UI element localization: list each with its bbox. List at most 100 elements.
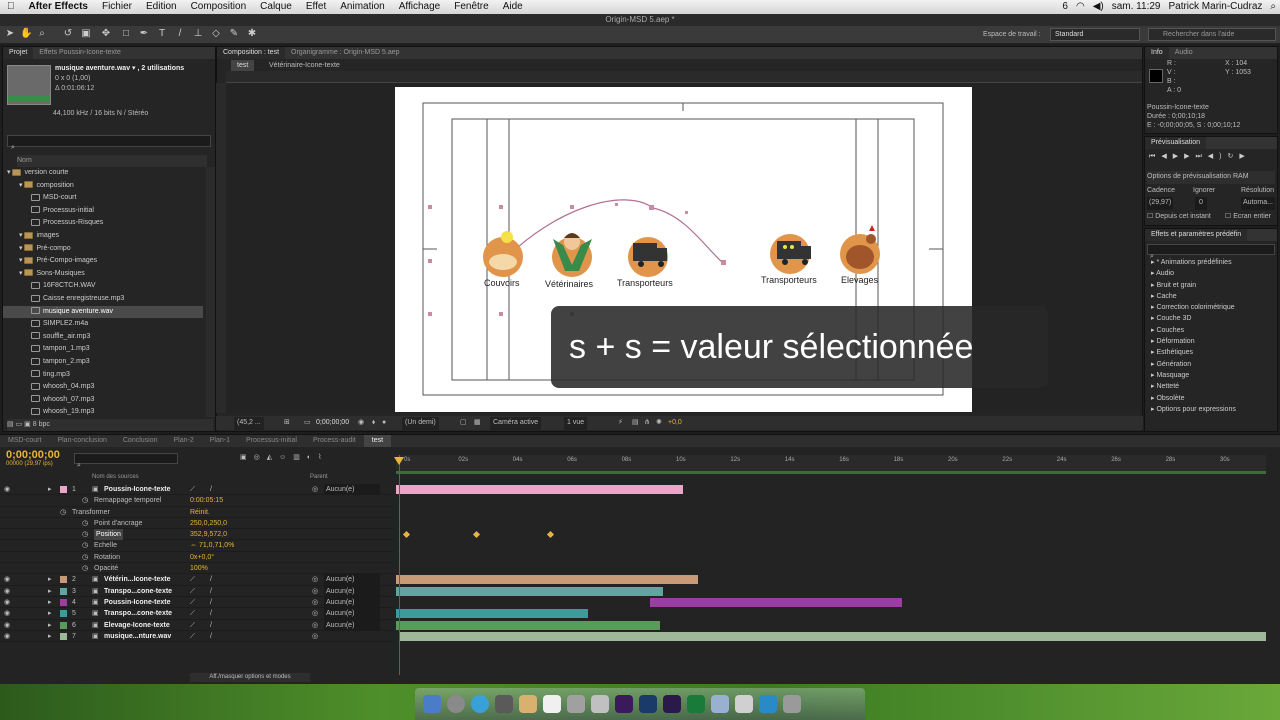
effects-category[interactable]: ▸ Audio	[1145, 268, 1271, 279]
contacts-icon[interactable]	[519, 695, 537, 713]
downloads-folder-icon[interactable]	[759, 695, 777, 713]
property-value[interactable]: Réinit.	[190, 507, 210, 518]
tab-info[interactable]: Info	[1145, 47, 1169, 59]
safari-icon[interactable]	[471, 695, 489, 713]
timeline-tab[interactable]: Plan-conclusion	[49, 435, 114, 447]
effects-category[interactable]: ▸ Netteté	[1145, 381, 1271, 392]
calendar-icon[interactable]	[543, 695, 561, 713]
app-menu[interactable]: After Effects	[22, 0, 95, 14]
project-item[interactable]: ▾ Pré-compo	[3, 243, 203, 256]
disclosure-triangle-icon[interactable]: ▸	[48, 574, 52, 585]
timeline-search-input[interactable]: ⌕	[74, 453, 178, 469]
menu-aide[interactable]: Aide	[496, 0, 530, 14]
property-value[interactable]: 250,0,250,0	[190, 518, 227, 529]
layer-row[interactable]: ◉ ▸ 6 ▣ Elevage-Icone-texte ⟋ / ◎ Aucun(e)	[0, 619, 394, 631]
disclosure-triangle-icon[interactable]: ▸	[48, 586, 52, 597]
label-color-swatch[interactable]	[60, 576, 67, 584]
motion-blur-icon[interactable]: ◐	[307, 454, 318, 461]
property-row[interactable]: ◷ Rotation 0x+0,0°	[0, 552, 394, 564]
comp-mini-flowchart-icon[interactable]: ▣	[240, 454, 254, 461]
effects-category[interactable]: ▸ Couche 3D	[1145, 313, 1271, 324]
first-frame-icon[interactable]: ⏮	[1149, 153, 1161, 160]
effects-category[interactable]: ▸ Esthétiques	[1145, 347, 1271, 358]
fps-select[interactable]: (29,97)	[1147, 197, 1174, 210]
timeline-icon[interactable]: ▤	[632, 417, 639, 430]
project-item[interactable]: SIMPLE2.m4a	[3, 318, 203, 331]
mail-icon[interactable]	[495, 695, 513, 713]
parent-pickwhip-icon[interactable]: ◎	[312, 620, 318, 631]
property-value[interactable]: ⇔ 71,0,71,0%	[190, 540, 234, 551]
project-item[interactable]: ▾ version courte	[3, 167, 203, 180]
timeline-tab[interactable]: Processus-initial	[238, 435, 305, 447]
fast-preview-icon[interactable]: ⚡	[618, 417, 623, 430]
property-value[interactable]: 0x+0,0°	[190, 552, 214, 563]
property-row[interactable]: ◷ Point d'ancrage 250,0,250,0	[0, 518, 394, 530]
switch-icon[interactable]: /	[210, 586, 212, 597]
parent-select[interactable]: Aucun(e)	[324, 619, 380, 631]
stopwatch-icon[interactable]: ◷	[82, 495, 88, 506]
hand-tool-icon[interactable]: ✋	[20, 28, 32, 40]
layer-name[interactable]: Poussin-Icone-texte	[104, 484, 171, 495]
zoom-tool-icon[interactable]: ⌕	[36, 28, 48, 40]
stopwatch-icon[interactable]: ◷	[82, 518, 88, 529]
mask-toggle-icon[interactable]: ▭	[304, 417, 311, 430]
roto-tool-icon[interactable]: ✎	[228, 28, 240, 40]
switch-icon[interactable]: ⟋	[190, 631, 195, 642]
launchpad-icon[interactable]	[447, 695, 465, 713]
wifi-icon[interactable]: ◠	[1076, 0, 1085, 14]
channel-icon[interactable]: ●	[382, 417, 386, 430]
layer-name[interactable]: Elevage-Icone-texte	[104, 620, 170, 631]
work-area-bar[interactable]	[396, 471, 1266, 474]
menu-fichier[interactable]: Fichier	[95, 0, 139, 14]
project-item[interactable]: ▾ composition	[3, 180, 203, 193]
layer-duration-bar[interactable]	[396, 609, 588, 619]
project-scrollbar[interactable]	[206, 167, 215, 417]
disclosure-triangle-icon[interactable]: ▸	[48, 484, 52, 495]
project-item[interactable]: ▾ images	[3, 230, 203, 243]
camera-select[interactable]: Caméra active	[490, 417, 542, 430]
selection-tool-icon[interactable]: ➤	[4, 28, 16, 40]
col-parent-header[interactable]: Parent	[310, 473, 328, 482]
layer-duration-bar[interactable]	[650, 598, 902, 607]
property-row[interactable]: ◷ Position 352,9,572,0	[0, 529, 394, 541]
parent-select[interactable]: Aucun(e)	[324, 608, 380, 620]
label-color-swatch[interactable]	[60, 621, 67, 629]
draft-3d-icon[interactable]: ◭	[267, 454, 279, 461]
effects-category[interactable]: ▸ Masquage	[1145, 370, 1271, 381]
playhead[interactable]	[399, 455, 400, 675]
parent-select[interactable]: Aucun(e)	[324, 574, 380, 586]
menu-effet[interactable]: Effet	[299, 0, 333, 14]
layer-name[interactable]: Transpo...cone-texte	[104, 608, 172, 619]
layer-duration-bar[interactable]	[400, 631, 1266, 641]
switch-icon[interactable]: ⟋	[190, 574, 195, 585]
project-search-input[interactable]: ⌕	[7, 135, 211, 151]
layer-duration-bar[interactable]	[396, 575, 698, 585]
timeline-tab[interactable]: Plan-2	[166, 435, 202, 447]
parent-pickwhip-icon[interactable]: ◎	[312, 574, 318, 585]
eye-icon[interactable]: ◉	[4, 597, 10, 608]
project-item[interactable]: whoosh_19.mp3	[3, 406, 203, 419]
switch-icon[interactable]: ⟋	[190, 608, 195, 619]
keyframe-icon[interactable]	[546, 531, 555, 539]
clock[interactable]: sam. 11:29	[1112, 0, 1161, 14]
project-item[interactable]: Processus-Risques	[3, 217, 203, 230]
resolution-select[interactable]: (Un demi)	[402, 417, 439, 430]
camera-tool-icon[interactable]: ▣	[80, 28, 92, 40]
time-ruler[interactable]: 0s 02s 04s 06s 08s 10s 12s 14s 16s 18s 20s 22s 24s 26…	[396, 455, 1266, 471]
disclosure-triangle-icon[interactable]: ▸	[48, 597, 52, 608]
eye-icon[interactable]: ◉	[4, 620, 10, 631]
next-frame-icon[interactable]: ▶	[1184, 153, 1195, 160]
layer-name[interactable]: Vétérin...Icone-texte	[104, 574, 171, 585]
switch-icon[interactable]: /	[210, 484, 212, 495]
stopwatch-icon[interactable]: ◷	[60, 507, 66, 518]
apple-icon[interactable]: 	[0, 0, 22, 14]
exposure-icon[interactable]: ✺	[656, 417, 662, 430]
graph-editor-icon[interactable]: ⌇	[318, 454, 328, 461]
property-value[interactable]: 352,9,572,0	[190, 529, 227, 540]
eye-icon[interactable]: ◉	[4, 574, 10, 585]
pen-tool-icon[interactable]: ✒	[138, 28, 150, 40]
bpc-value[interactable]: 8 bpc	[33, 421, 50, 428]
stopwatch-icon[interactable]: ◷	[82, 563, 88, 574]
parent-pickwhip-icon[interactable]: ◎	[312, 597, 318, 608]
keyframe-icon[interactable]	[402, 531, 411, 539]
